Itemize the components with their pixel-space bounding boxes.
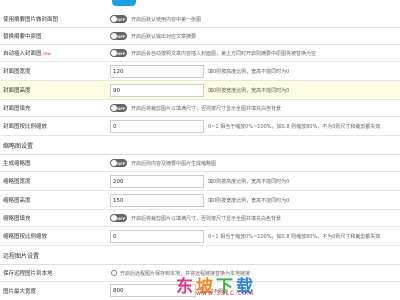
row-cover-height: 封面图高度 90 填0则按宽度比例，宽高不能同时为0	[0, 81, 400, 100]
label-cover-width: 封面图宽度	[3, 69, 31, 75]
hint-replace-summary-images: 开启后默认输出对应文章摘要	[131, 33, 197, 40]
hint-thumb-scale: 0~1 相当于缩放0%~100%，如0.8 则缩放80%，不为0则尺寸和裁剪都失…	[208, 233, 381, 240]
section-image-settings: 远程图片设置	[0, 247, 400, 265]
toggle-thumb-fill[interactable]: OFF	[110, 214, 127, 222]
toggle-use-cover-as-thumb[interactable]: OFF	[110, 15, 127, 23]
label-use-cover-as-thumb: 使用摘要图片做封面图	[3, 17, 59, 23]
label-cover-height: 封面图高度	[3, 88, 31, 94]
toggle-state-text: OFF	[117, 16, 126, 22]
watermark-url: www.33LC.com	[196, 290, 254, 297]
label-save-remote: 保存远程图片到本地	[3, 271, 53, 277]
input-cover-scale[interactable]: 0	[110, 120, 204, 133]
preview-image-thumbnail	[112, 0, 136, 6]
hint-cover-scale: 0~1 相当于缩放0%~100%，如0.8 则缩放80%，不为0则尺寸和裁剪都失…	[208, 123, 381, 130]
label-thumb-width: 缩略图宽度	[3, 179, 31, 185]
row-generate-thumb: 生成缩略图 OFF 开启后则内容及摘要中图片生成缩略图	[0, 155, 400, 172]
label-thumb-scale: 缩略图按比例缩放	[3, 234, 48, 240]
input-cover-height[interactable]: 90	[110, 84, 204, 97]
label-cover-scale: 封面图按比例缩放	[3, 124, 48, 130]
toggle-state-text: OFF	[117, 215, 126, 221]
row-use-cover-as-thumb: 使用摘要图片做封面图 OFF 开启后默认使用内容中第一张图	[0, 11, 400, 28]
section-thumb-settings: 缩略图设置	[0, 137, 400, 155]
label-generate-thumb: 生成缩略图	[3, 161, 31, 167]
hint-thumb-fill: 开启后将裁剪图片以填满尺寸，否则按尺寸显示全图并填充白色背景	[131, 215, 282, 222]
toggle-state-text: OFF	[117, 105, 126, 111]
toggle-cover-fill[interactable]: OFF	[110, 104, 127, 112]
toggle-state-text: OFF	[117, 50, 126, 56]
row-thumb-width: 缩略图宽度 200 填0则按高度比例，宽高不能同时为0	[0, 172, 400, 191]
hint-generate-thumb: 开启后则内容及摘要中图片生成缩略图	[131, 160, 217, 167]
label-thumb-fill: 缩略图填充	[3, 216, 31, 222]
hint-thumb-height: 填0则按宽度比例，宽高不能同时为0	[208, 197, 290, 204]
watermark-char: 东	[176, 277, 196, 297]
label-max-width: 图片最大宽度	[3, 289, 37, 295]
input-thumb-scale[interactable]: 0	[110, 230, 204, 243]
row-auto-insert-cover: 自动插入封面图 new OFF 开启后会自动按照文章内容插入封面图，第上方同时开启…	[0, 45, 400, 62]
toggle-auto-insert-cover[interactable]: OFF	[110, 49, 127, 57]
row-cover-width: 封面图宽度 120 填0则按高度比例，宽高不能同时为0	[0, 62, 400, 81]
input-cover-width[interactable]: 120	[110, 65, 204, 78]
new-badge: new	[42, 50, 51, 56]
label-auto-insert-cover: 自动插入封面图 new	[3, 45, 51, 61]
row-replace-summary-images: 替换摘要中原图 OFF 开启后默认输出对应文章摘要	[0, 28, 400, 45]
label-replace-summary-images: 替换摘要中原图	[3, 34, 42, 40]
toggle-state-text: OFF	[117, 33, 126, 39]
toggle-replace-summary-images[interactable]: OFF	[110, 32, 127, 40]
hint-cover-width: 填0则按高度比例，宽高不能同时为0	[208, 68, 290, 75]
input-thumb-width[interactable]: 200	[110, 175, 204, 188]
hint-cover-fill: 开启后将裁剪图片以填满尺寸，否则按尺寸显示全图并填充白色背景	[131, 105, 282, 112]
row-cover-scale: 封面图按比例缩放 0 0~1 相当于缩放0%~100%，如0.8 则缩放80%，…	[0, 117, 400, 136]
hint-cover-height: 填0则按宽度比例，宽高不能同时为0	[208, 87, 290, 94]
toggle-state-text: OFF	[117, 160, 126, 166]
toggle-generate-thumb[interactable]: OFF	[110, 159, 127, 167]
label-cover-fill: 封面图填充	[3, 106, 31, 112]
row-thumb-scale: 缩略图按比例缩放 0 0~1 相当于缩放0%~100%，如0.8 则缩放80%，…	[0, 227, 400, 246]
hint-auto-insert-cover: 开启后会自动按照文章内容插入封面图，第上方同时开启则摘要中原图将被替换为空	[131, 50, 317, 57]
row-thumb-fill: 缩略图填充 OFF 开启后将裁剪图片以填满尺寸，否则按尺寸显示全图并填充白色背景	[0, 210, 400, 227]
label-thumb-height: 缩略图高度	[3, 198, 31, 204]
label-text: 自动插入封面图	[3, 51, 42, 57]
input-thumb-height[interactable]: 150	[110, 194, 204, 207]
hint-use-cover-as-thumb: 开启后默认使用内容中第一张图	[131, 16, 202, 23]
row-thumb-height: 缩略图高度 150 填0则按宽度比例，宽高不能同时为0	[0, 191, 400, 210]
hint-thumb-width: 填0则按高度比例，宽高不能同时为0	[208, 178, 290, 185]
radio-save-remote[interactable]	[111, 270, 117, 276]
row-cover-fill: 封面图填充 OFF 开启后将裁剪图片以填满尺寸，否则按尺寸显示全图并填充白色背景	[0, 100, 400, 117]
